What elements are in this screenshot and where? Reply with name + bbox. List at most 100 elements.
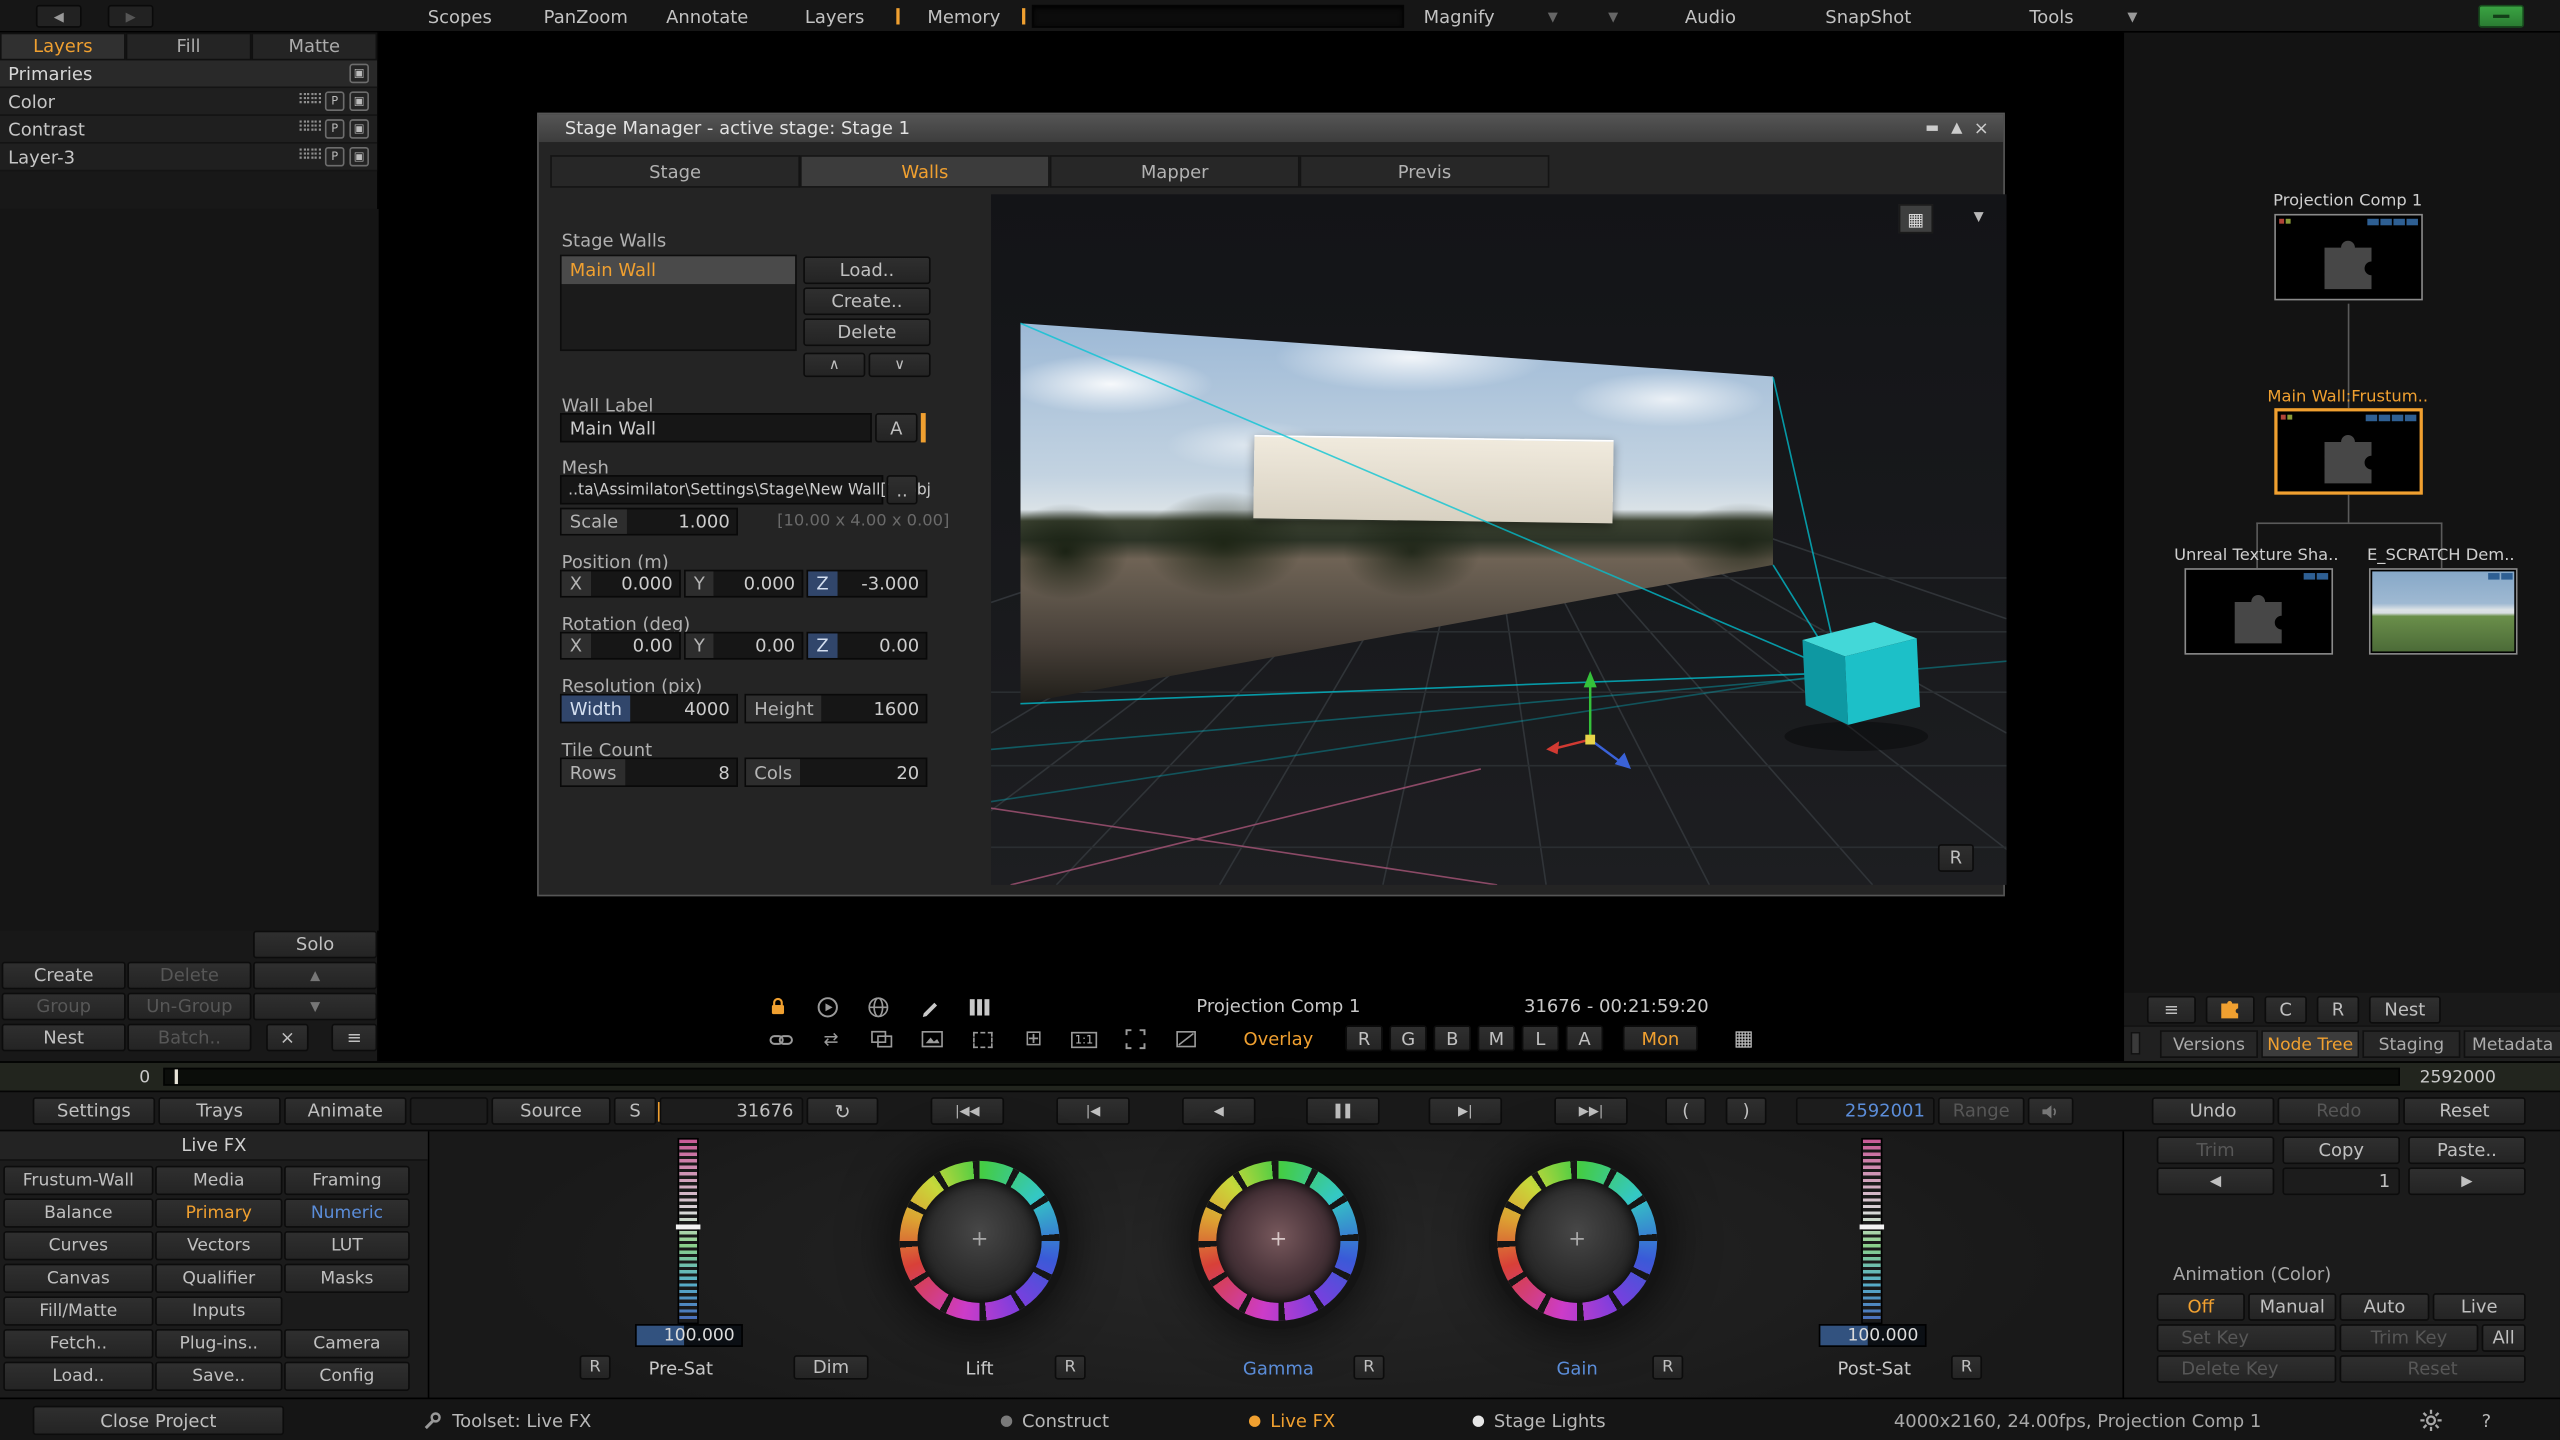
tool-numeric[interactable]: Numeric — [284, 1198, 410, 1227]
compare-wipe-icon[interactable] — [1166, 1025, 1205, 1053]
window-shade-icon[interactable]: ▬ — [1920, 118, 1944, 139]
step-forward-button[interactable]: ▶| — [1429, 1097, 1502, 1125]
layer-p-toggle[interactable]: P — [325, 147, 345, 167]
help-button[interactable]: ? — [2482, 1399, 2492, 1440]
menu-audio[interactable]: Audio — [1685, 0, 1736, 33]
blank-toggle-button[interactable] — [410, 1097, 488, 1125]
tab-stage[interactable]: Stage — [550, 155, 800, 188]
lift-wheel[interactable]: + — [900, 1161, 1060, 1321]
mode-livefx[interactable]: Live FX — [1249, 1399, 1335, 1440]
tool-vectors[interactable]: Vectors — [155, 1231, 282, 1260]
scale-field[interactable]: Scale 1.000 — [560, 508, 738, 536]
wall-move-down-button[interactable]: ∨ — [869, 353, 931, 377]
play-circle-icon[interactable] — [808, 993, 847, 1021]
tools-caret-icon[interactable]: ▼ — [2127, 0, 2137, 33]
layer-down-button[interactable]: ▼ — [253, 993, 377, 1021]
ungroup-button[interactable]: Un-Group — [127, 993, 251, 1021]
trim-button[interactable]: Trim — [2157, 1136, 2275, 1164]
resolution-height-field[interactable]: Height 1600 — [744, 694, 927, 723]
animate-button[interactable]: Animate — [284, 1097, 406, 1125]
anim-auto-button[interactable]: Auto — [2340, 1293, 2430, 1321]
trays-button[interactable]: Trays — [158, 1097, 280, 1125]
layer-p-toggle[interactable]: P — [325, 119, 345, 139]
delete-key-button[interactable]: Delete Key — [2157, 1355, 2337, 1383]
gamma-wheel[interactable]: + — [1198, 1161, 1358, 1321]
node-projection-comp[interactable] — [2274, 214, 2423, 301]
set-key-button[interactable]: Set Key — [2157, 1324, 2337, 1352]
tab-node-tree[interactable]: Node Tree — [2261, 1030, 2359, 1058]
anim-manual-button[interactable]: Manual — [2248, 1293, 2336, 1321]
wall-list-item[interactable]: Main Wall — [562, 256, 795, 284]
magnify-down-icon[interactable]: ▼ — [1608, 0, 1618, 33]
channel-l-button[interactable]: L — [1522, 1025, 1560, 1051]
add-marker-icon[interactable]: ⊞ — [1014, 1025, 1053, 1053]
mon-grid-icon[interactable]: ▦ — [1724, 1025, 1763, 1053]
range-button[interactable]: Range — [1938, 1097, 2025, 1125]
copy-button[interactable]: Copy — [2282, 1136, 2400, 1164]
menu-panzoom[interactable]: PanZoom — [544, 0, 628, 33]
tab-walls[interactable]: Walls — [800, 155, 1050, 188]
position-x-field[interactable]: X 0.000 — [560, 570, 681, 598]
tool-balance[interactable]: Balance — [3, 1198, 153, 1227]
tab-versions[interactable]: Versions — [2160, 1030, 2258, 1058]
settings-button[interactable]: Settings — [33, 1097, 155, 1125]
mark-in-button[interactable]: ( — [1665, 1097, 1706, 1125]
create-layer-button[interactable]: Create — [2, 962, 126, 990]
tool-config[interactable]: Config — [284, 1362, 410, 1391]
tab-layers[interactable]: Layers — [0, 33, 126, 61]
layer-group-primaries[interactable]: Primaries ▣ — [0, 60, 377, 88]
post-sat-value-field[interactable]: 100.000 — [1819, 1324, 1927, 1347]
menu-annotate[interactable]: Annotate — [666, 0, 748, 33]
resolution-width-field[interactable]: Width 4000 — [560, 694, 738, 723]
position-z-field[interactable]: Z -3.000 — [807, 570, 928, 598]
layer-p-toggle[interactable]: P — [325, 91, 345, 111]
fit-expand-icon[interactable] — [1115, 1025, 1154, 1053]
channel-a-button[interactable]: A — [1566, 1025, 1604, 1051]
nav-forward-button[interactable]: ▶ — [108, 5, 154, 28]
tool-fetch[interactable]: Fetch.. — [3, 1329, 153, 1358]
image-icon[interactable] — [913, 1025, 952, 1053]
tab-staging[interactable]: Staging — [2362, 1030, 2460, 1058]
annotate-pen-icon[interactable] — [909, 993, 948, 1021]
go-start-button[interactable]: |◀◀ — [931, 1097, 1004, 1125]
go-end-button[interactable]: ▶▶| — [1554, 1097, 1627, 1125]
tool-qualifier[interactable]: Qualifier — [155, 1264, 282, 1293]
wall-create-button[interactable]: Create.. — [803, 287, 930, 315]
tile-rows-field[interactable]: Rows 8 — [560, 758, 738, 787]
channel-b-button[interactable]: B — [1433, 1025, 1471, 1051]
overlay-toggle[interactable]: Overlay — [1228, 1029, 1329, 1050]
add-node-button[interactable] — [2206, 995, 2255, 1023]
window-close-icon[interactable]: × — [1969, 118, 1993, 139]
tool-inputs[interactable]: Inputs — [155, 1296, 282, 1325]
memory-next-button[interactable]: ▶ — [2408, 1167, 2526, 1195]
columns-icon[interactable] — [960, 993, 999, 1021]
tool-camera[interactable]: Camera — [284, 1329, 410, 1358]
tool-framing[interactable]: Framing — [284, 1166, 410, 1195]
mode-construct[interactable]: Construct — [1001, 1399, 1109, 1440]
paste-button[interactable]: Paste.. — [2408, 1136, 2526, 1164]
post-sat-reset-button[interactable]: R — [1951, 1355, 1982, 1379]
memory-prev-button[interactable]: ◀ — [2157, 1167, 2275, 1195]
tool-plugins[interactable]: Plug-ins.. — [155, 1329, 282, 1358]
magnify-up-icon[interactable]: ▼ — [1548, 0, 1558, 33]
panel-splitter-handle[interactable] — [2131, 1032, 2141, 1055]
menu-tools[interactable]: Tools — [2029, 0, 2073, 33]
anim-off-button[interactable]: Off — [2157, 1293, 2245, 1321]
viewport-grid-caret-icon[interactable]: ▼ — [1974, 209, 1984, 224]
layer-row-contrast[interactable]: Contrast ⠿⠿⠿ P ▣ — [0, 116, 377, 144]
play-reverse-button[interactable]: ◀ — [1182, 1097, 1255, 1125]
mark-out-button[interactable]: ) — [1726, 1097, 1767, 1125]
globe-icon[interactable] — [859, 993, 898, 1021]
close-x-button[interactable]: × — [266, 1024, 308, 1052]
window-maximize-icon[interactable]: ▲ — [1944, 118, 1968, 139]
anim-live-button[interactable]: Live — [2433, 1293, 2526, 1321]
tool-canvas[interactable]: Canvas — [3, 1264, 153, 1293]
pause-button[interactable] — [1306, 1097, 1379, 1125]
mon-button[interactable]: Mon — [1623, 1025, 1698, 1051]
channel-g-button[interactable]: G — [1389, 1025, 1427, 1051]
hamburger-button[interactable]: ≡ — [331, 1024, 377, 1052]
memory-index-field[interactable]: 1 — [2282, 1167, 2400, 1195]
step-back-button[interactable]: |◀ — [1056, 1097, 1129, 1125]
tool-save[interactable]: Save.. — [155, 1362, 282, 1391]
node-menu-button[interactable]: ≡ — [2147, 995, 2196, 1023]
